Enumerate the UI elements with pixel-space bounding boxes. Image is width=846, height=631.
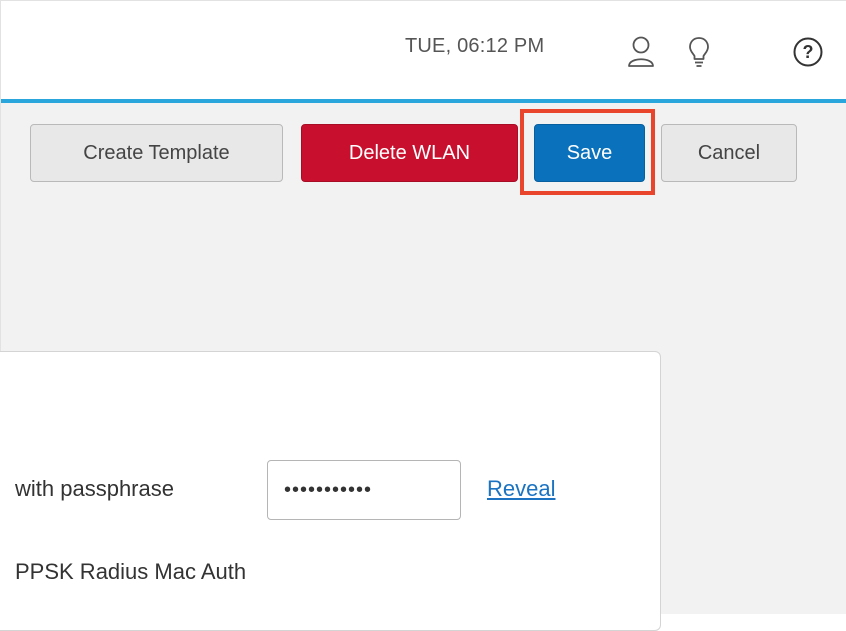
top-header: TUE, 06:12 PM ? [1,1,846,99]
cancel-button[interactable]: Cancel [661,124,797,182]
passphrase-input[interactable]: ••••••••••• [267,460,461,520]
lightbulb-icon[interactable] [682,35,716,69]
passphrase-label: with passphrase [15,476,174,501]
window-frame: TUE, 06:12 PM ? Create Template Delete W… [0,0,846,631]
svg-text:?: ? [803,42,814,62]
user-icon[interactable] [624,35,658,69]
reveal-link[interactable]: Reveal [487,476,555,502]
ppsk-radius-mac-auth-label: PPSK Radius Mac Auth [15,559,247,584]
delete-wlan-button[interactable]: Delete WLAN [301,124,518,182]
help-icon[interactable]: ? [791,35,825,69]
save-button[interactable]: Save [534,124,645,182]
clock-text: TUE, 06:12 PM [405,35,545,57]
create-template-button[interactable]: Create Template [30,124,283,182]
